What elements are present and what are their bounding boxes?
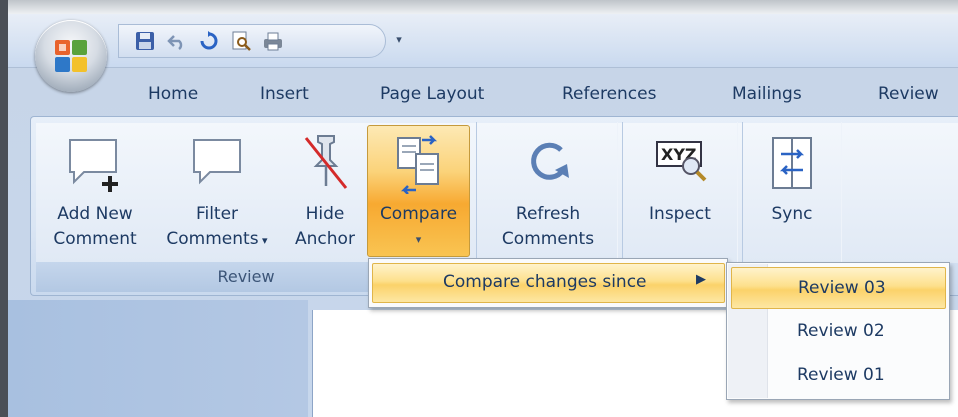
save-icon[interactable]: [133, 29, 157, 53]
submenu-item-review-02[interactable]: Review 02: [731, 311, 946, 353]
compare-button[interactable]: Compare ▾: [367, 132, 470, 252]
hide-anchor-label-2: Anchor: [295, 229, 355, 249]
tab-insert[interactable]: Insert: [260, 84, 309, 104]
title-area: [8, 0, 958, 14]
refresh-comments-button[interactable]: Refresh Comments: [484, 132, 612, 252]
ribbon-tabs: Home Insert Page Layout References Maili…: [8, 80, 958, 114]
quick-access-toolbar: [118, 24, 386, 58]
submenu-arrow-icon: ▶: [696, 272, 706, 287]
filter-comments-button[interactable]: Filter Comments ▾: [152, 132, 282, 253]
refresh-icon: [531, 142, 569, 180]
menu-item-label: Compare changes since: [443, 272, 647, 292]
filter-comments-label-text: Comments: [166, 229, 259, 249]
sync-label: Sync: [771, 204, 813, 224]
office-logo-icon: [55, 40, 87, 72]
hide-anchor-button[interactable]: Hide Anchor: [284, 132, 366, 252]
submenu-item-label: Review 01: [797, 365, 885, 385]
tab-home[interactable]: Home: [148, 84, 198, 104]
sync-icon: [772, 137, 812, 189]
inspect-label: Inspect: [649, 204, 711, 224]
compare-label: Compare: [379, 204, 458, 224]
refresh-comments-label-1: Refresh: [515, 204, 581, 224]
compare-documents-icon: [396, 135, 439, 194]
tab-mailings[interactable]: Mailings: [732, 84, 802, 104]
submenu-item-review-03[interactable]: Review 03: [731, 267, 946, 309]
sync-button[interactable]: Sync: [746, 132, 838, 227]
comment-icon: [193, 139, 241, 185]
pin-icon: [304, 135, 348, 189]
chevron-down-icon: ▾: [258, 234, 268, 247]
submenu-item-review-01[interactable]: Review 01: [731, 355, 946, 397]
chevron-down-icon: ▾: [415, 233, 422, 246]
add-comment-icon: [69, 139, 118, 192]
undo-icon[interactable]: [165, 29, 189, 53]
tab-page-layout[interactable]: Page Layout: [380, 84, 484, 104]
submenu-item-label: Review 03: [798, 278, 886, 298]
menu-item-compare-changes-since[interactable]: Compare changes since ▶: [372, 263, 725, 303]
office-button[interactable]: [35, 20, 107, 92]
tab-review[interactable]: Review: [878, 84, 939, 104]
print-icon[interactable]: [261, 29, 285, 53]
qat-customize-dropdown[interactable]: ▾: [392, 30, 406, 50]
redo-icon[interactable]: [197, 29, 221, 53]
document-background: [8, 300, 308, 417]
add-new-comment-label-2: Comment: [53, 229, 137, 249]
hide-anchor-label-1: Hide: [305, 204, 345, 224]
inspect-button[interactable]: XYZ Inspect: [628, 132, 732, 227]
tab-references[interactable]: References: [562, 84, 656, 104]
print-preview-icon[interactable]: [229, 29, 253, 53]
compare-dropdown-menu: Compare changes since ▶: [368, 258, 728, 308]
filter-comments-label-1: Filter: [195, 204, 239, 224]
refresh-comments-label-2: Comments: [501, 229, 595, 249]
add-new-comment-label-1: Add New: [57, 204, 133, 224]
review-version-submenu: Review 03 Review 02 Review 01: [726, 262, 950, 400]
filter-comments-label-2: Comments ▾: [152, 227, 282, 253]
add-new-comment-button[interactable]: Add New Comment: [40, 132, 150, 252]
submenu-item-label: Review 02: [797, 321, 885, 341]
inspect-icon: XYZ: [656, 141, 707, 182]
